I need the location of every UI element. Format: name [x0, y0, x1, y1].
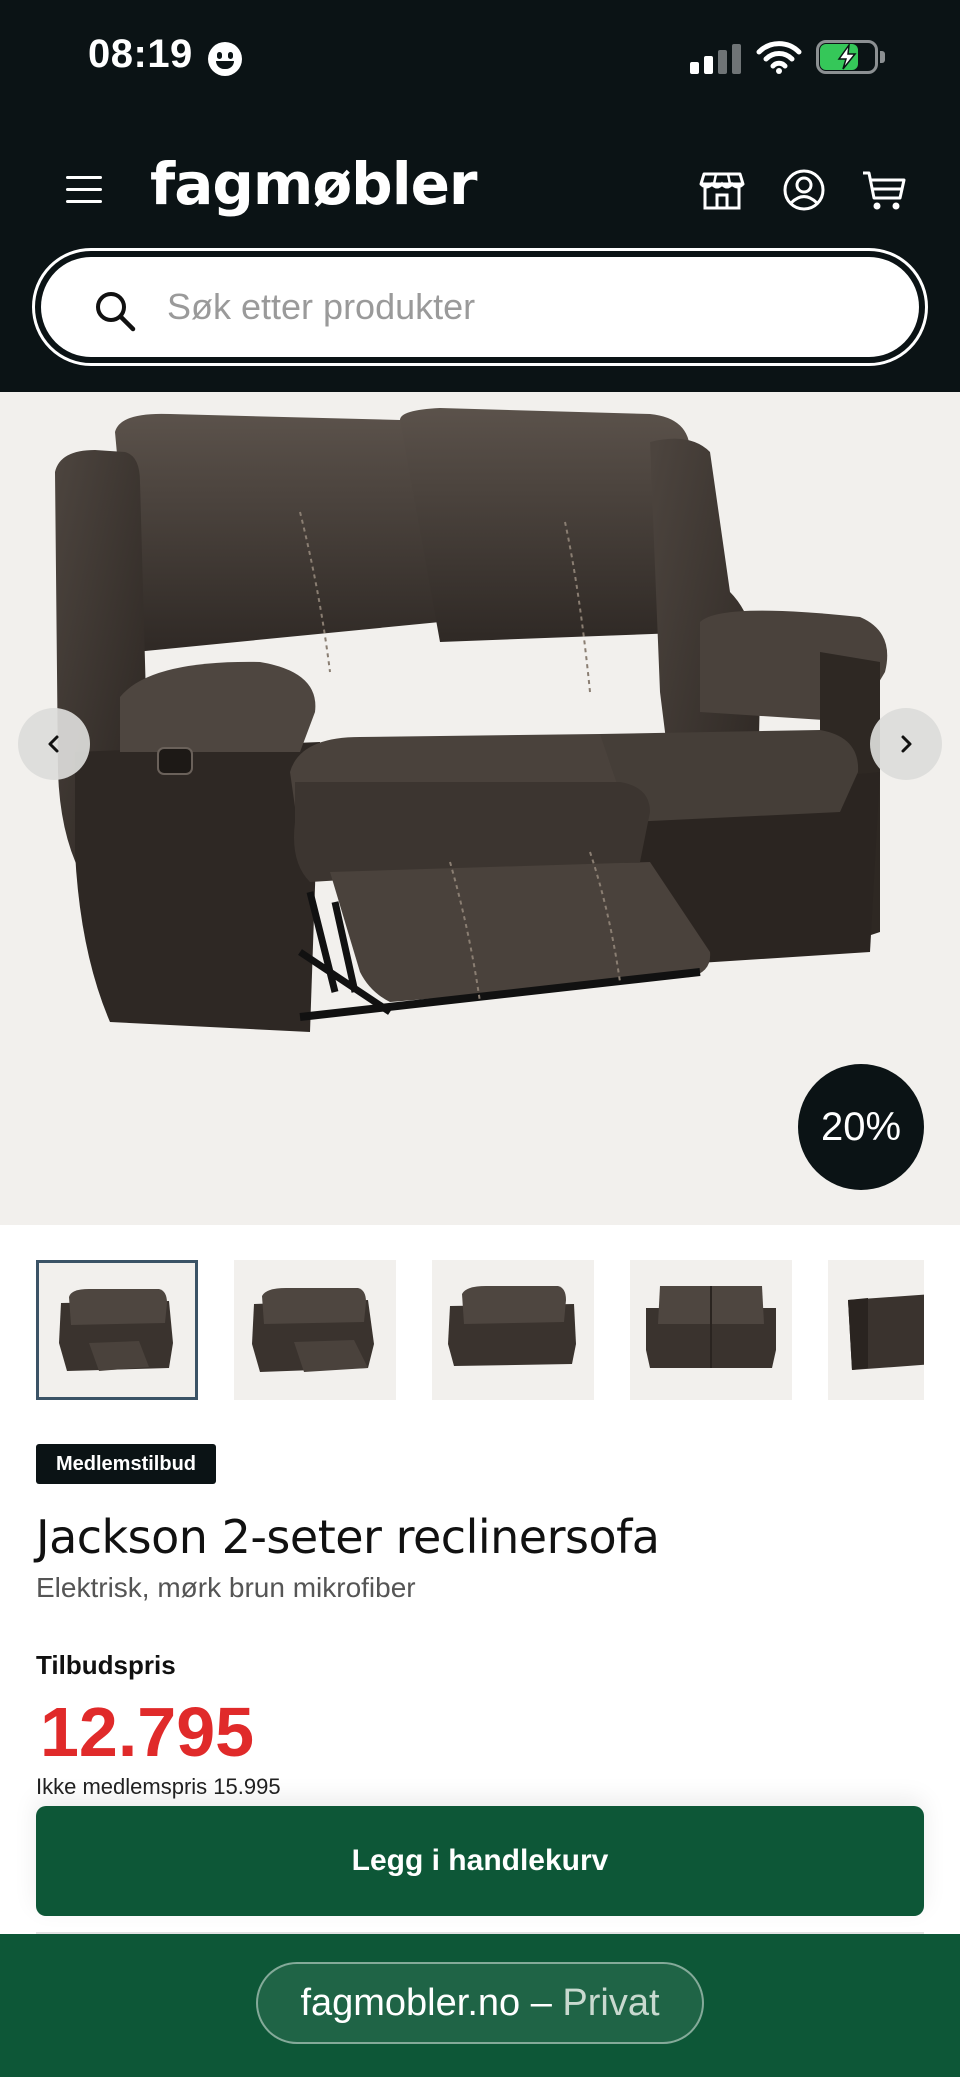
thumbnail-2[interactable] [234, 1260, 396, 1400]
smiley-face-icon [208, 42, 242, 76]
product-image-carousel[interactable]: 20% [0, 392, 960, 1225]
search-box[interactable] [41, 257, 919, 357]
battery-charging-icon [816, 40, 886, 74]
hamburger-menu-icon[interactable] [66, 176, 102, 204]
thumbnail-5[interactable] [828, 1260, 924, 1400]
product-subtitle: Elektrisk, mørk brun mikrofiber [36, 1572, 416, 1603]
site-logo[interactable]: fagmøbler [150, 150, 478, 218]
browser-url-bar: fagmobler.no – Privat [0, 1934, 960, 2077]
add-to-cart-button[interactable]: Legg i handlekurv [36, 1806, 924, 1916]
product-price: 12.795 [40, 1693, 255, 1771]
carousel-prev-button[interactable] [18, 708, 90, 780]
private-mode-label: Privat [562, 1982, 660, 2024]
thumbnail-1[interactable] [36, 1260, 198, 1400]
shopping-cart-icon[interactable] [860, 166, 908, 214]
url-pill[interactable]: fagmobler.no – Privat [256, 1962, 704, 2044]
thumbnail-4[interactable] [630, 1260, 792, 1400]
chevron-right-icon [901, 735, 912, 753]
user-account-icon[interactable] [780, 166, 828, 214]
thumbnail-3[interactable] [432, 1260, 594, 1400]
url-domain: fagmobler.no [300, 1982, 521, 2024]
store-icon[interactable] [698, 166, 746, 214]
product-title: Jackson 2-seter reclinersofa [36, 1510, 660, 1564]
carousel-next-button[interactable] [870, 708, 942, 780]
thumbnail-strip [36, 1260, 924, 1400]
chevron-left-icon [48, 735, 59, 753]
search-bar [32, 248, 928, 366]
url-separator: – [530, 1982, 563, 2024]
wifi-icon [756, 41, 802, 74]
member-offer-badge: Medlemstilbud [36, 1444, 217, 1484]
top-header-area: 08:19 fagmøbler [0, 0, 960, 392]
status-bar: 08:19 [0, 0, 960, 115]
search-input[interactable] [167, 275, 867, 339]
search-icon[interactable] [93, 289, 137, 333]
cellular-signal-icon [690, 44, 742, 74]
status-time: 08:19 [88, 32, 193, 76]
non-member-price: Ikke medlemspris 15.995 [36, 1774, 281, 1799]
site-header: fagmøbler [0, 140, 960, 240]
price-label: Tilbudspris [36, 1650, 176, 1680]
discount-badge: 20% [798, 1064, 924, 1190]
